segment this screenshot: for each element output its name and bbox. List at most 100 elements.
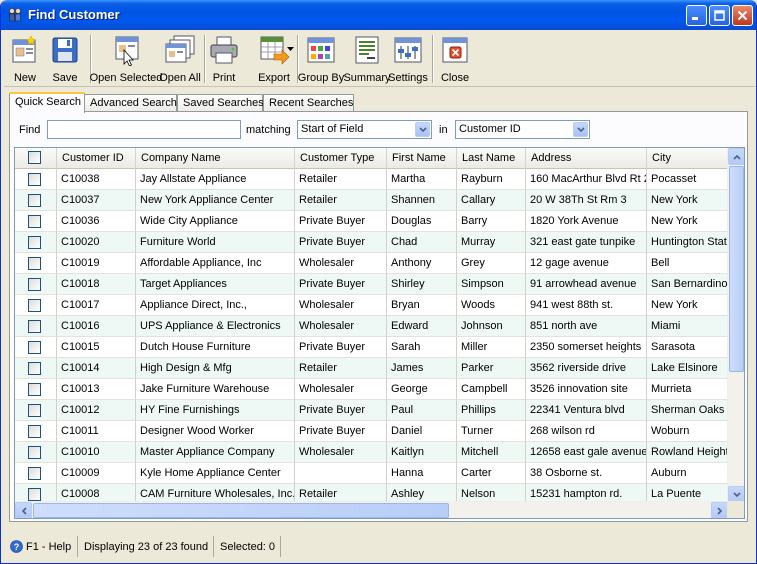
row-checkbox[interactable]	[28, 257, 41, 270]
table-cell: C10036	[57, 211, 136, 232]
row-select-cell	[15, 358, 57, 379]
settings-button[interactable]: Settings	[388, 32, 428, 86]
table-cell: Appliance Direct, Inc.,	[136, 295, 295, 316]
group-by-button[interactable]: Group By	[297, 32, 345, 86]
row-checkbox[interactable]	[28, 467, 41, 480]
table-cell: Private Buyer	[295, 232, 387, 253]
scroll-up-button[interactable]	[728, 148, 744, 165]
matching-select[interactable]: Start of Field	[297, 120, 432, 139]
in-field-select-value: Customer ID	[459, 123, 521, 135]
select-all-checkbox[interactable]	[28, 151, 41, 164]
table-row[interactable]: C10013 Jake Furniture Warehouse Wholesaler…	[15, 379, 728, 400]
table-row[interactable]: C10018 Target Appliances Private Buyer Shir…	[15, 274, 728, 295]
table-row[interactable]: C10010 Master Appliance Company Wholesaler…	[15, 442, 728, 463]
matching-dropdown-button[interactable]	[415, 122, 430, 137]
tab-advanced-search[interactable]: Advanced Search	[84, 94, 177, 112]
row-checkbox[interactable]	[28, 278, 41, 291]
vertical-scroll-thumb[interactable]	[729, 166, 744, 372]
table-cell: Private Buyer	[295, 211, 387, 232]
table-cell: Retailer	[295, 358, 387, 379]
table-cell: 22341 Ventura blvd	[526, 400, 647, 421]
row-checkbox[interactable]	[28, 173, 41, 186]
table-cell: Barry	[457, 211, 526, 232]
table-row[interactable]: C10036 Wide City Appliance Private Buyer Do…	[15, 211, 728, 232]
table-cell: 160 MacArthur Blvd Rt 2	[526, 169, 647, 190]
table-row[interactable]: C10009 Kyle Home Appliance Center Hanna Car…	[15, 463, 728, 484]
open-all-icon	[165, 35, 195, 63]
close-window-button[interactable]	[732, 5, 753, 26]
column-header[interactable]: Company Name	[136, 148, 295, 169]
table-row[interactable]: C10016 UPS Appliance & Electronics Wholesa…	[15, 316, 728, 337]
row-checkbox[interactable]	[28, 236, 41, 249]
table-cell: 851 north ave	[526, 316, 647, 337]
column-header[interactable]: Last Name	[457, 148, 526, 169]
table-row[interactable]: C10020 Furniture World Private Buyer Chad Mu…	[15, 232, 728, 253]
table-cell: Phillips	[457, 400, 526, 421]
printer-icon	[210, 36, 238, 64]
row-checkbox[interactable]	[28, 299, 41, 312]
scroll-left-button[interactable]	[15, 502, 32, 518]
column-header[interactable]: First Name	[387, 148, 457, 169]
in-field-select[interactable]: Customer ID	[455, 120, 590, 139]
table-cell: Hanna	[387, 463, 457, 484]
table-cell: New York	[647, 190, 728, 211]
title-bar[interactable]: Find Customer	[1, 0, 756, 30]
in-field-dropdown-button[interactable]	[573, 122, 588, 137]
export-button[interactable]: Export	[248, 32, 300, 86]
row-checkbox[interactable]	[28, 488, 41, 501]
table-row[interactable]: C10015 Dutch House Furniture Private Buyer…	[15, 337, 728, 358]
horizontal-scrollbar[interactable]	[15, 501, 728, 518]
table-cell: 1820 York Avenue	[526, 211, 647, 232]
row-checkbox[interactable]	[28, 425, 41, 438]
table-cell: Jay Allstate Appliance	[136, 169, 295, 190]
save-label: Save	[52, 72, 78, 84]
row-checkbox[interactable]	[28, 215, 41, 228]
tab-quick-search[interactable]: Quick Search	[9, 92, 85, 113]
table-cell: Designer Wood Worker	[136, 421, 295, 442]
row-select-cell	[15, 400, 57, 421]
table-row[interactable]: C10037 New York Appliance Center Retailer S…	[15, 190, 728, 211]
horizontal-scroll-thumb[interactable]	[33, 503, 449, 518]
open-all-button[interactable]: Open All	[158, 32, 202, 86]
column-header[interactable]: Customer ID	[57, 148, 136, 169]
vertical-scrollbar[interactable]	[727, 148, 744, 503]
minimize-button[interactable]	[686, 5, 707, 26]
row-checkbox[interactable]	[28, 341, 41, 354]
row-checkbox[interactable]	[28, 362, 41, 375]
close-button[interactable]: Close	[438, 32, 472, 86]
table-row[interactable]: C10012 HY Fine Furnishings Private Buyer Pa…	[15, 400, 728, 421]
save-button[interactable]: Save	[48, 32, 82, 86]
help-panel[interactable]: ? F1 - Help	[4, 536, 78, 557]
table-row[interactable]: C10038 Jay Allstate Appliance Retailer Mart…	[15, 169, 728, 190]
table-row[interactable]: C10017 Appliance Direct, Inc., Wholesaler B…	[15, 295, 728, 316]
new-button[interactable]: New	[8, 32, 42, 86]
table-cell: New York Appliance Center	[136, 190, 295, 211]
matching-label: matching	[246, 124, 291, 136]
table-cell: Wholesaler	[295, 442, 387, 463]
summary-button[interactable]: Summary	[343, 32, 391, 86]
column-header[interactable]: City	[647, 148, 737, 169]
row-checkbox[interactable]	[28, 383, 41, 396]
tab-recent-searches[interactable]: Recent Searches	[263, 94, 354, 112]
column-header[interactable]: Customer Type	[295, 148, 387, 169]
maximize-button[interactable]	[709, 5, 730, 26]
group-by-label: Group By	[297, 72, 345, 84]
table-cell: Johnson	[457, 316, 526, 337]
table-cell: 268 wilson rd	[526, 421, 647, 442]
scroll-right-button[interactable]	[711, 502, 728, 518]
column-header[interactable]: Address	[526, 148, 647, 169]
row-checkbox[interactable]	[28, 446, 41, 459]
find-label: Find	[19, 124, 41, 136]
row-checkbox[interactable]	[28, 320, 41, 333]
row-checkbox[interactable]	[28, 194, 41, 207]
tab-saved-searches[interactable]: Saved Searches	[177, 94, 264, 112]
find-input[interactable]	[47, 120, 241, 139]
export-dropdown-arrow-icon[interactable]	[287, 47, 294, 52]
open-selected-button[interactable]: Open Selected	[90, 32, 162, 86]
table-cell: Paul	[387, 400, 457, 421]
table-row[interactable]: C10011 Designer Wood Worker Private Buyer D…	[15, 421, 728, 442]
print-button[interactable]: Print	[207, 32, 241, 86]
table-row[interactable]: C10019 Affordable Appliance, Inc Wholesale…	[15, 253, 728, 274]
table-row[interactable]: C10014 High Design & Mfg Retailer James Park…	[15, 358, 728, 379]
row-checkbox[interactable]	[28, 404, 41, 417]
